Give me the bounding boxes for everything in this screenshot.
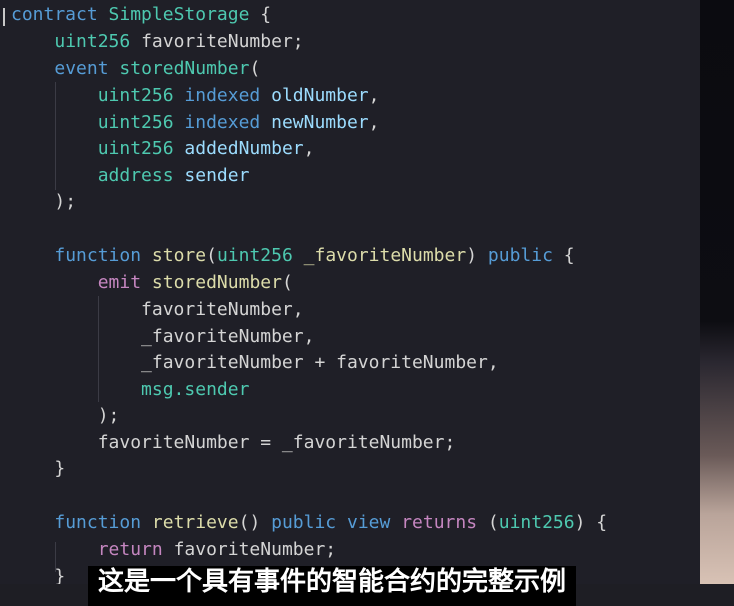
keyword: view [347,512,391,533]
punctuation: ( [249,58,261,79]
keyword: function [54,245,142,266]
code-line: uint256 indexed oldNumber, [11,83,380,109]
event-name: storedNumber [119,58,250,79]
code-line: event storedNumber( [11,56,260,82]
param: oldNumber [271,85,369,106]
brace: { [596,512,608,533]
brace: { [260,4,272,25]
argument: favoriteNumber, [141,299,304,320]
code-line: uint256 favoriteNumber; [11,29,304,55]
code-line: favoriteNumber, [11,297,304,323]
keyword: emit [97,272,142,293]
code-line: favoriteNumber = _favoriteNumber; [11,430,456,456]
code-line: function store(uint256 _favoriteNumber) … [54,245,575,266]
type: address [97,165,174,186]
code-line: return favoriteNumber; [11,537,336,563]
code-line: function retrieve() public view returns … [54,512,608,533]
modifier: indexed [184,112,261,133]
keyword: function [54,512,142,533]
punctuation: , [368,112,380,133]
function-name: retrieve [151,512,239,533]
keyword: public [271,512,337,533]
type: uint256 [498,512,575,533]
type: uint256 [97,85,174,106]
param: sender [184,165,250,186]
code-line: _favoriteNumber + favoriteNumber, [11,350,499,376]
code-line: ); [11,403,120,429]
keyword: public [487,245,553,266]
code-line: emit storedNumber( [11,270,293,296]
punctuation: ( [281,272,293,293]
keyword: return [97,539,163,560]
code-line: msg.sender [11,377,249,403]
code-line: contract SimpleStorage { [11,2,271,28]
brace: } [54,458,66,479]
argument: _favoriteNumber, [141,326,315,347]
punctuation: ); [97,405,120,426]
text-cursor [3,8,5,26]
code-line: } [11,564,65,584]
statement: favoriteNumber = _favoriteNumber; [97,432,456,453]
code-line: uint256 indexed newNumber, [11,110,380,136]
video-background [700,0,734,584]
punctuation: , [303,138,315,159]
modifier: indexed [184,85,261,106]
keyword: event [54,58,109,79]
punctuation: ); [54,191,77,212]
code-line: address sender [11,163,250,189]
param: _favoriteNumber [303,245,467,266]
brace: } [54,566,66,584]
code-line: } [11,456,65,482]
brace: { [563,245,575,266]
code-editor[interactable]: contract SimpleStorage { uint256 favorit… [0,0,700,584]
argument: msg.sender [141,379,250,400]
type: uint256 [54,31,131,52]
keyword: returns [401,512,478,533]
code-line: ); [11,189,76,215]
statement: favoriteNumber; [173,539,337,560]
function-name: store [151,245,207,266]
type: uint256 [216,245,293,266]
contract-name: SimpleStorage [108,4,250,25]
event-name: storedNumber [151,272,282,293]
video-subtitle: 这是一个具有事件的智能合约的完整示例 [88,566,577,606]
argument: _favoriteNumber + favoriteNumber, [141,352,499,373]
code-line: uint256 addedNumber, [11,136,315,162]
type: uint256 [97,112,174,133]
punctuation: ; [292,31,304,52]
param: newNumber [271,112,369,133]
param: addedNumber [184,138,304,159]
keyword: contract [11,4,98,25]
type: uint256 [97,138,174,159]
punctuation: , [368,85,380,106]
code-line: _favoriteNumber, [11,324,314,350]
identifier: favoriteNumber [141,31,293,52]
